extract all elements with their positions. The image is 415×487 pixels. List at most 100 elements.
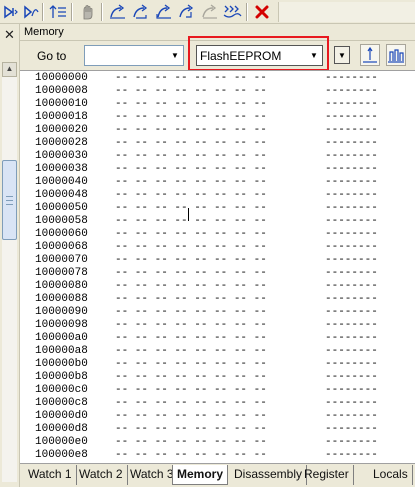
- memory-bytes[interactable]: -- -- -- -- -- -- -- --: [115, 280, 325, 293]
- memory-row[interactable]: 100000a8 -- -- -- -- -- -- -- -- --------: [35, 345, 378, 358]
- memory-bytes[interactable]: -- -- -- -- -- -- -- --: [115, 319, 325, 332]
- memory-row[interactable]: 10000088 -- -- -- -- -- -- -- -- --------: [35, 293, 378, 306]
- memory-ascii[interactable]: --------: [325, 202, 378, 215]
- memory-ascii[interactable]: --------: [325, 358, 378, 371]
- memory-ascii[interactable]: --------: [325, 215, 378, 228]
- memory-row[interactable]: 10000008 -- -- -- -- -- -- -- -- --------: [35, 85, 378, 98]
- run-icon[interactable]: [154, 2, 174, 22]
- memory-row[interactable]: 10000078 -- -- -- -- -- -- -- -- --------: [35, 267, 378, 280]
- memory-ascii[interactable]: --------: [325, 163, 378, 176]
- step-over-icon[interactable]: [21, 2, 41, 22]
- memory-row[interactable]: 10000050 -- -- -- -- -- -- -- -- --------: [35, 202, 378, 215]
- multi-step-icon[interactable]: [223, 2, 243, 22]
- tab-watch-2[interactable]: Watch 2: [75, 465, 128, 485]
- memory-bytes[interactable]: -- -- -- -- -- -- -- --: [115, 72, 325, 85]
- tab-memory[interactable]: Memory: [172, 465, 229, 485]
- tab-watch-3[interactable]: Watch 3: [126, 465, 179, 485]
- memory-row[interactable]: 10000028 -- -- -- -- -- -- -- -- --------: [35, 137, 378, 150]
- memory-bytes[interactable]: -- -- -- -- -- -- -- --: [115, 254, 325, 267]
- memory-row[interactable]: 100000c8 -- -- -- -- -- -- -- -- --------: [35, 397, 378, 410]
- vertical-scrollbar[interactable]: ▲: [2, 62, 17, 482]
- memory-ascii[interactable]: --------: [325, 319, 378, 332]
- chevron-down-icon[interactable]: ▼: [306, 46, 322, 65]
- memory-bytes[interactable]: -- -- -- -- -- -- -- --: [115, 189, 325, 202]
- memory-bytes[interactable]: -- -- -- -- -- -- -- --: [115, 228, 325, 241]
- memory-bytes[interactable]: -- -- -- -- -- -- -- --: [115, 202, 325, 215]
- memory-row[interactable]: 10000068 -- -- -- -- -- -- -- -- --------: [35, 241, 378, 254]
- memory-bytes[interactable]: -- -- -- -- -- -- -- --: [115, 215, 325, 228]
- memory-bytes[interactable]: -- -- -- -- -- -- -- --: [115, 423, 325, 436]
- memory-row[interactable]: 10000038 -- -- -- -- -- -- -- -- --------: [35, 163, 378, 176]
- breakpoint-icon[interactable]: [131, 2, 151, 22]
- memory-row[interactable]: 10000018 -- -- -- -- -- -- -- -- --------: [35, 111, 378, 124]
- memory-bytes[interactable]: -- -- -- -- -- -- -- --: [115, 306, 325, 319]
- memory-bytes[interactable]: -- -- -- -- -- -- -- --: [115, 241, 325, 254]
- memory-ascii[interactable]: --------: [325, 124, 378, 137]
- memory-bytes[interactable]: -- -- -- -- -- -- -- --: [115, 332, 325, 345]
- chevron-down-icon[interactable]: ▼: [167, 46, 183, 65]
- memory-row[interactable]: 100000d0 -- -- -- -- -- -- -- -- --------: [35, 410, 378, 423]
- memory-ascii[interactable]: --------: [325, 371, 378, 384]
- memory-ascii[interactable]: --------: [325, 137, 378, 150]
- run-free-icon[interactable]: [177, 2, 197, 22]
- memory-ascii[interactable]: --------: [325, 85, 378, 98]
- memory-ascii[interactable]: --------: [325, 280, 378, 293]
- memory-ascii[interactable]: --------: [325, 72, 378, 85]
- memory-row[interactable]: 10000060 -- -- -- -- -- -- -- -- --------: [35, 228, 378, 241]
- memory-row[interactable]: 10000000 -- -- -- -- -- -- -- -- --------: [35, 72, 378, 85]
- multi-line-view-button[interactable]: [386, 44, 406, 66]
- memory-ascii[interactable]: --------: [325, 98, 378, 111]
- memory-ascii[interactable]: --------: [325, 267, 378, 280]
- memory-row[interactable]: 10000058 -- -- -- -- -- -- -- -- --------: [35, 215, 378, 228]
- memory-row[interactable]: 100000b8 -- -- -- -- -- -- -- -- --------: [35, 371, 378, 384]
- memory-bytes[interactable]: -- -- -- -- -- -- -- --: [115, 85, 325, 98]
- memory-ascii[interactable]: --------: [325, 293, 378, 306]
- memory-bytes[interactable]: -- -- -- -- -- -- -- --: [115, 384, 325, 397]
- memory-bytes[interactable]: -- -- -- -- -- -- -- --: [115, 293, 325, 306]
- goto-address-combo[interactable]: ▼: [84, 45, 184, 66]
- memory-bytes[interactable]: -- -- -- -- -- -- -- --: [115, 176, 325, 189]
- memory-row[interactable]: 10000048 -- -- -- -- -- -- -- -- --------: [35, 189, 378, 202]
- options-dropdown-button[interactable]: ▼: [334, 46, 350, 64]
- memory-bytes[interactable]: -- -- -- -- -- -- -- --: [115, 449, 325, 462]
- memory-row[interactable]: 10000020 -- -- -- -- -- -- -- -- --------: [35, 124, 378, 137]
- memory-ascii[interactable]: --------: [325, 410, 378, 423]
- memory-row[interactable]: 100000e8 -- -- -- -- -- -- -- -- --------: [35, 449, 378, 462]
- memory-row[interactable]: 100000e0 -- -- -- -- -- -- -- -- --------: [35, 436, 378, 449]
- memory-bytes[interactable]: -- -- -- -- -- -- -- --: [115, 345, 325, 358]
- single-line-view-button[interactable]: [360, 44, 380, 66]
- memory-ascii[interactable]: --------: [325, 241, 378, 254]
- memory-ascii[interactable]: --------: [325, 176, 378, 189]
- memory-ascii[interactable]: --------: [325, 332, 378, 345]
- scroll-thumb[interactable]: [2, 160, 17, 240]
- tab-register[interactable]: Register: [300, 465, 354, 485]
- memory-ascii[interactable]: --------: [325, 397, 378, 410]
- memory-row[interactable]: 100000d8 -- -- -- -- -- -- -- -- --------: [35, 423, 378, 436]
- stop-icon[interactable]: [78, 2, 98, 22]
- memory-row[interactable]: 10000098 -- -- -- -- -- -- -- -- --------: [35, 319, 378, 332]
- memory-bytes[interactable]: -- -- -- -- -- -- -- --: [115, 98, 325, 111]
- memory-ascii[interactable]: --------: [325, 345, 378, 358]
- run-to-cursor-icon[interactable]: [108, 2, 128, 22]
- memory-row[interactable]: 10000010 -- -- -- -- -- -- -- -- --------: [35, 98, 378, 111]
- memory-ascii[interactable]: --------: [325, 384, 378, 397]
- tab-watch-1[interactable]: Watch 1: [24, 465, 77, 485]
- step-into-icon[interactable]: [1, 2, 21, 22]
- memory-grid[interactable]: 10000000 -- -- -- -- -- -- -- -- -------- 1…: [20, 70, 415, 463]
- scroll-up-icon[interactable]: ▲: [2, 62, 17, 77]
- tab-disassembly[interactable]: Disassembly: [230, 465, 308, 485]
- memory-bytes[interactable]: -- -- -- -- -- -- -- --: [115, 163, 325, 176]
- memory-ascii[interactable]: --------: [325, 228, 378, 241]
- memory-ascii[interactable]: --------: [325, 254, 378, 267]
- memory-row[interactable]: 10000090 -- -- -- -- -- -- -- -- --------: [35, 306, 378, 319]
- memory-bytes[interactable]: -- -- -- -- -- -- -- --: [115, 397, 325, 410]
- memory-ascii[interactable]: --------: [325, 436, 378, 449]
- memory-bytes[interactable]: -- -- -- -- -- -- -- --: [115, 150, 325, 163]
- memory-row[interactable]: 10000070 -- -- -- -- -- -- -- -- --------: [35, 254, 378, 267]
- memory-row[interactable]: 100000b0 -- -- -- -- -- -- -- -- --------: [35, 358, 378, 371]
- memory-bytes[interactable]: -- -- -- -- -- -- -- --: [115, 436, 325, 449]
- close-icon[interactable]: ✕: [4, 28, 15, 41]
- memory-ascii[interactable]: --------: [325, 111, 378, 124]
- memory-ascii[interactable]: --------: [325, 189, 378, 202]
- memory-bytes[interactable]: -- -- -- -- -- -- -- --: [115, 267, 325, 280]
